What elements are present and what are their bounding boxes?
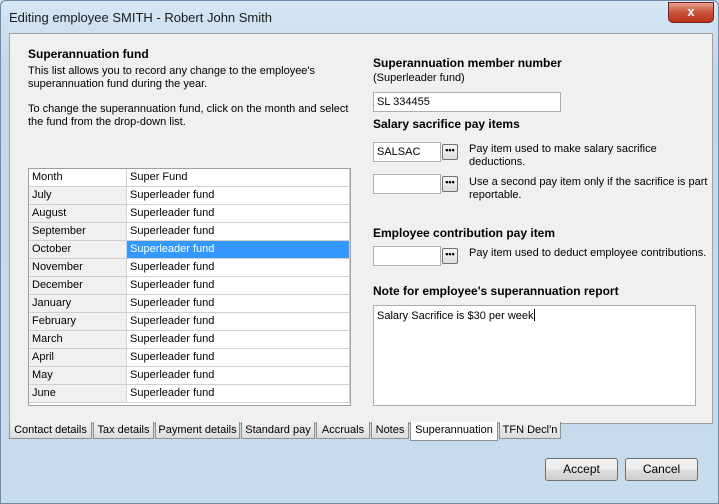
- note-text: Salary Sacrifice is $30 per week: [377, 310, 534, 322]
- close-icon: x: [687, 4, 695, 19]
- employee-contribution-desc: Pay item used to deduct employee contrib…: [469, 247, 707, 259]
- column-header-super-fund: Super Fund: [127, 169, 350, 187]
- table-row[interactable]: April Superleader fund: [29, 349, 350, 367]
- fund-cell[interactable]: Superleader fund: [127, 313, 350, 331]
- ellipsis-icon: •••: [445, 145, 455, 155]
- month-cell: January: [29, 295, 127, 313]
- tab-tfn-decln[interactable]: TFN Decl'n: [499, 422, 561, 439]
- month-cell: April: [29, 349, 127, 367]
- fund-cell[interactable]: Superleader fund: [127, 349, 350, 367]
- table-row-selected[interactable]: October Superleader fund: [29, 241, 350, 259]
- member-fund-label: (Superleader fund): [373, 72, 465, 84]
- salary-sacrifice-item1-input[interactable]: SALSAC: [373, 142, 441, 162]
- tab-accruals[interactable]: Accruals: [316, 422, 370, 439]
- column-header-month: Month: [29, 169, 127, 187]
- salary-sacrifice-item1-desc-line2: deductions.: [469, 156, 526, 168]
- table-row[interactable]: July Superleader fund: [29, 187, 350, 205]
- fund-grid[interactable]: Month Super Fund July Superleader fund Au…: [28, 168, 351, 406]
- close-button[interactable]: x: [668, 2, 714, 23]
- salary-sacrifice-item2-desc-line1: Use a second pay item only if the sacrif…: [469, 176, 708, 188]
- salary-sacrifice-item2-browse-button[interactable]: •••: [442, 176, 458, 192]
- fund-instructions-line2: the fund from the drop-down list.: [28, 116, 186, 128]
- table-row[interactable]: May Superleader fund: [29, 367, 350, 385]
- tab-payment-details[interactable]: Payment details: [155, 422, 240, 439]
- table-row[interactable]: November Superleader fund: [29, 259, 350, 277]
- fund-description-line1: This list allows you to record any chang…: [28, 65, 316, 77]
- salary-sacrifice-item1-browse-button[interactable]: •••: [442, 144, 458, 160]
- note-heading: Note for employee's superannuation repor…: [373, 284, 619, 298]
- employee-contribution-input[interactable]: [373, 246, 441, 266]
- fund-heading: Superannuation fund: [28, 47, 149, 61]
- table-row[interactable]: December Superleader fund: [29, 277, 350, 295]
- month-cell: December: [29, 277, 127, 295]
- table-row[interactable]: January Superleader fund: [29, 295, 350, 313]
- salary-sacrifice-item2-desc-line2: reportable.: [469, 189, 522, 201]
- member-number-input[interactable]: SL 334455: [373, 92, 561, 112]
- employee-contribution-browse-button[interactable]: •••: [442, 248, 458, 264]
- member-number-heading: Superannuation member number: [373, 56, 562, 70]
- month-cell: July: [29, 187, 127, 205]
- text-caret: [533, 309, 535, 321]
- salary-sacrifice-item1-desc-line1: Pay item used to make salary sacrifice: [469, 143, 657, 155]
- month-cell: October: [29, 241, 127, 259]
- accept-button[interactable]: Accept: [545, 458, 618, 481]
- fund-cell[interactable]: Superleader fund: [127, 259, 350, 277]
- fund-cell[interactable]: Superleader fund: [127, 205, 350, 223]
- table-row[interactable]: February Superleader fund: [29, 313, 350, 331]
- salary-sacrifice-heading: Salary sacrifice pay items: [373, 117, 520, 131]
- tab-standard-pay[interactable]: Standard pay: [241, 422, 315, 439]
- fund-cell[interactable]: Superleader fund: [127, 385, 350, 403]
- tab-tax-details[interactable]: Tax details: [93, 422, 154, 439]
- table-row[interactable]: June Superleader fund: [29, 385, 350, 403]
- fund-instructions-line1: To change the superannuation fund, click…: [28, 103, 349, 115]
- fund-cell[interactable]: Superleader fund: [127, 277, 350, 295]
- month-cell: June: [29, 385, 127, 403]
- grid-header-row: Month Super Fund: [29, 169, 350, 187]
- fund-cell[interactable]: Superleader fund: [127, 367, 350, 385]
- fund-cell[interactable]: Superleader fund: [127, 241, 350, 259]
- fund-cell[interactable]: Superleader fund: [127, 187, 350, 205]
- tab-notes[interactable]: Notes: [371, 422, 409, 439]
- month-cell: May: [29, 367, 127, 385]
- note-textarea[interactable]: Salary Sacrifice is $30 per week: [373, 305, 696, 406]
- fund-cell[interactable]: Superleader fund: [127, 295, 350, 313]
- tab-superannuation[interactable]: Superannuation: [410, 422, 498, 441]
- table-row[interactable]: September Superleader fund: [29, 223, 350, 241]
- month-cell: March: [29, 331, 127, 349]
- fund-cell[interactable]: Superleader fund: [127, 331, 350, 349]
- cancel-button[interactable]: Cancel: [625, 458, 698, 481]
- month-cell: November: [29, 259, 127, 277]
- tab-contact-details[interactable]: Contact details: [9, 422, 92, 439]
- month-cell: August: [29, 205, 127, 223]
- employee-contribution-heading: Employee contribution pay item: [373, 226, 556, 240]
- table-row[interactable]: March Superleader fund: [29, 331, 350, 349]
- fund-description-line2: superannuation fund during the year.: [28, 78, 208, 90]
- table-row[interactable]: August Superleader fund: [29, 205, 350, 223]
- employee-editor-window: Editing employee SMITH - Robert John Smi…: [0, 0, 719, 504]
- month-cell: February: [29, 313, 127, 331]
- window-title: Editing employee SMITH - Robert John Smi…: [9, 10, 272, 25]
- title-bar: Editing employee SMITH - Robert John Smi…: [1, 1, 718, 33]
- month-cell: September: [29, 223, 127, 241]
- fund-cell[interactable]: Superleader fund: [127, 223, 350, 241]
- salary-sacrifice-item2-input[interactable]: [373, 174, 441, 194]
- ellipsis-icon: •••: [445, 177, 455, 187]
- superannuation-panel: Superannuation fund This list allows you…: [9, 33, 713, 424]
- ellipsis-icon: •••: [445, 249, 455, 259]
